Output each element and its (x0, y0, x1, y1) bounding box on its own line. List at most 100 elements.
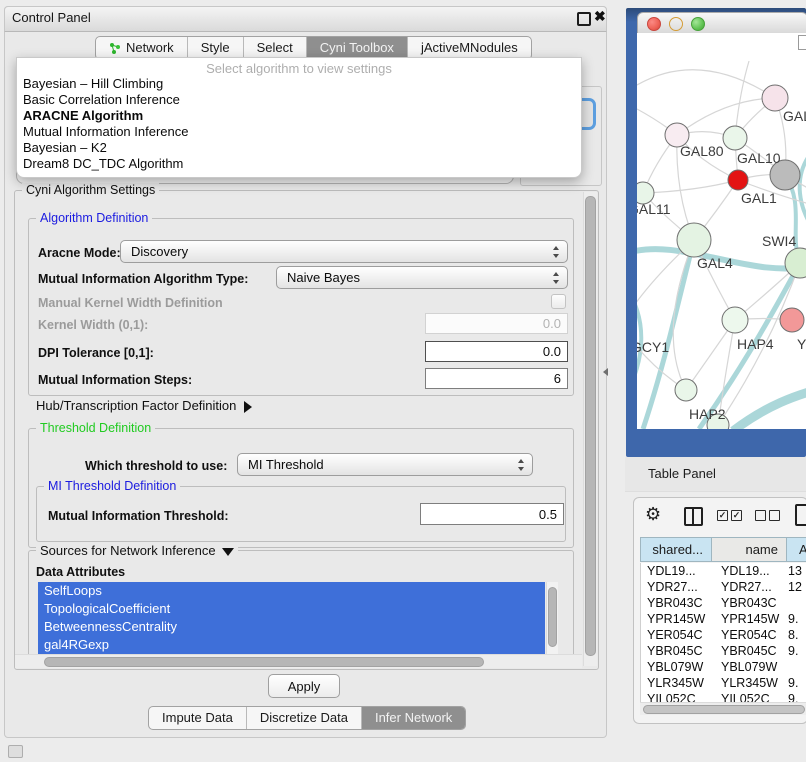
network-node[interactable] (780, 308, 804, 332)
control-panel-title: Control Panel (12, 10, 91, 25)
column-header-shared-name[interactable]: shared... (640, 537, 712, 562)
node-label: HAP2 (689, 406, 726, 422)
mi-threshold-field[interactable]: 0.5 (420, 503, 564, 525)
table-row[interactable]: YBR043CYBR043C (641, 595, 806, 611)
tab-infer-network[interactable]: Infer Network (362, 707, 465, 729)
aracne-mode-label: Aracne Mode: (38, 246, 121, 260)
float-window-icon[interactable] (577, 12, 591, 26)
settings-horizontal-scrollbar[interactable] (15, 654, 582, 668)
network-node[interactable] (677, 223, 711, 257)
stepper-icon (517, 459, 525, 471)
tab-jactivemnodules[interactable]: jActiveMNodules (408, 37, 531, 59)
network-node[interactable] (728, 170, 748, 190)
tab-cyni-toolbox[interactable]: Cyni Toolbox (307, 37, 408, 59)
tab-style[interactable]: Style (188, 37, 244, 59)
tab-select[interactable]: Select (244, 37, 307, 59)
table-row[interactable]: YER054CYER054C8. (641, 627, 806, 643)
attribute-item-selected[interactable]: gal4RGexp (38, 636, 545, 654)
minimize-traffic-light-icon[interactable] (669, 17, 683, 31)
splitter-collapse-icon[interactable] (603, 368, 608, 376)
network-canvas[interactable]: GALGAL80GAL10GAL1GAL11GAL4SWI4HAP4YGCY1H… (637, 33, 806, 429)
mi-type-label: Mutual Information Algorithm Type: (38, 272, 248, 286)
table-cell: YDR27... (713, 579, 788, 595)
table-row[interactable]: YLR345WYLR345W9. (641, 675, 806, 691)
network-node[interactable] (675, 379, 697, 401)
table-row[interactable]: YBL079WYBL079W (641, 659, 806, 675)
dropdown-item[interactable]: ARACNE Algorithm (17, 108, 581, 124)
apply-button[interactable]: Apply (268, 674, 340, 698)
bottom-tabs: Impute Data Discretize Data Infer Networ… (148, 706, 466, 730)
zoom-traffic-light-icon[interactable] (691, 17, 705, 31)
split-columns-icon[interactable] (684, 507, 703, 526)
mi-type-combo[interactable]: Naive Bayes (276, 266, 568, 289)
minimized-panel-icon[interactable] (8, 745, 23, 758)
sources-group-title[interactable]: Sources for Network Inference (36, 543, 238, 558)
network-node[interactable] (722, 307, 748, 333)
table-cell: 9. (788, 691, 806, 702)
settings-vertical-scrollbar[interactable] (583, 192, 597, 666)
dpi-tolerance-field[interactable]: 0.0 (425, 341, 568, 362)
stepper-icon (552, 272, 560, 284)
table-row[interactable]: YPR145WYPR145W9. (641, 611, 806, 627)
unchecked-column-icon[interactable] (769, 510, 780, 521)
attributes-scrollbar[interactable] (546, 582, 558, 656)
file-icon[interactable] (795, 504, 806, 526)
node-label: SWI4 (762, 233, 796, 249)
checked-column-icon[interactable]: ✓ (731, 510, 742, 521)
settings-hscroll-thumb[interactable] (44, 657, 484, 667)
mi-threshold-label: Mutual Information Threshold: (48, 509, 229, 523)
dropdown-item[interactable]: Bayesian – Hill Climbing (17, 76, 581, 92)
cyni-settings-group-title: Cyni Algorithm Settings (22, 183, 159, 197)
table-hscroll-thumb[interactable] (643, 705, 805, 714)
kernel-width-field[interactable]: 0.0 (425, 313, 568, 334)
table-row[interactable]: YDL19...YDL19...13 (641, 563, 806, 579)
checked-column-icon[interactable]: ✓ (717, 510, 728, 521)
table-row[interactable]: YBR045CYBR045C9. (641, 643, 806, 659)
network-edge[interactable] (643, 180, 738, 193)
dropdown-item[interactable]: Dream8 DC_TDC Algorithm (17, 156, 581, 172)
table-row[interactable]: YDR27...YDR27...12 (641, 579, 806, 595)
dropdown-item[interactable]: Basic Correlation Inference (17, 92, 581, 108)
algorithm-dropdown-popup: Select algorithm to view settings Bayesi… (16, 57, 582, 178)
which-threshold-combo[interactable]: MI Threshold (237, 453, 533, 476)
node-label: GAL11 (637, 201, 671, 217)
column-header-name[interactable]: name (712, 537, 787, 562)
attribute-item-selected[interactable]: SelfLoops (38, 582, 545, 600)
data-attributes-list[interactable]: SelfLoopsTopologicalCoefficientBetweenne… (38, 582, 545, 656)
network-node[interactable] (723, 126, 747, 150)
table-horizontal-scrollbar[interactable] (640, 702, 806, 715)
network-window-titlebar[interactable] (637, 12, 806, 35)
table-cell: YBR043C (713, 595, 788, 611)
network-edge[interactable] (637, 325, 686, 390)
tab-impute-data[interactable]: Impute Data (149, 707, 247, 729)
tab-network[interactable]: Network (96, 37, 188, 59)
attribute-item-selected[interactable]: BetweennessCentrality (38, 618, 545, 636)
network-edge-highlighted[interactable] (800, 151, 806, 233)
settings-vscroll-thumb[interactable] (585, 196, 596, 656)
tab-discretize-data[interactable]: Discretize Data (247, 707, 362, 729)
gear-icon[interactable]: ⚙ (645, 506, 661, 524)
table-cell: YDL19... (641, 563, 713, 579)
network-edge-highlighted[interactable] (733, 389, 806, 429)
dpi-tolerance-label: DPI Tolerance [0,1]: (38, 346, 154, 360)
unchecked-column-icon[interactable] (755, 510, 766, 521)
table-row[interactable]: YIL052CYIL052C9. (641, 691, 806, 702)
table-cell: YIL052C (713, 691, 788, 702)
table-cell: YIL052C (641, 691, 713, 702)
network-overview-fragment (798, 35, 806, 50)
network-edge[interactable] (637, 70, 775, 98)
dropdown-item[interactable]: Bayesian – K2 (17, 140, 581, 156)
dropdown-item[interactable]: Mutual Information Inference (17, 124, 581, 140)
table-cell: YPR145W (713, 611, 788, 627)
manual-kernel-checkbox[interactable] (551, 294, 566, 309)
hub-definition-toggle[interactable]: Hub/Transcription Factor Definition (36, 398, 252, 413)
close-icon[interactable]: ✖ (594, 8, 606, 25)
kernel-width-label: Kernel Width (0,1): (38, 318, 148, 332)
node-table[interactable]: YDL19...YDL19...13YDR27...YDR27...12YBR0… (640, 563, 806, 702)
close-traffic-light-icon[interactable] (647, 17, 661, 31)
aracne-mode-combo[interactable]: Discovery (120, 240, 568, 263)
mi-steps-field[interactable]: 6 (425, 368, 568, 389)
attributes-scroll-thumb[interactable] (548, 587, 557, 647)
column-header-partial[interactable]: A (787, 537, 806, 562)
attribute-item-selected[interactable]: TopologicalCoefficient (38, 600, 545, 618)
